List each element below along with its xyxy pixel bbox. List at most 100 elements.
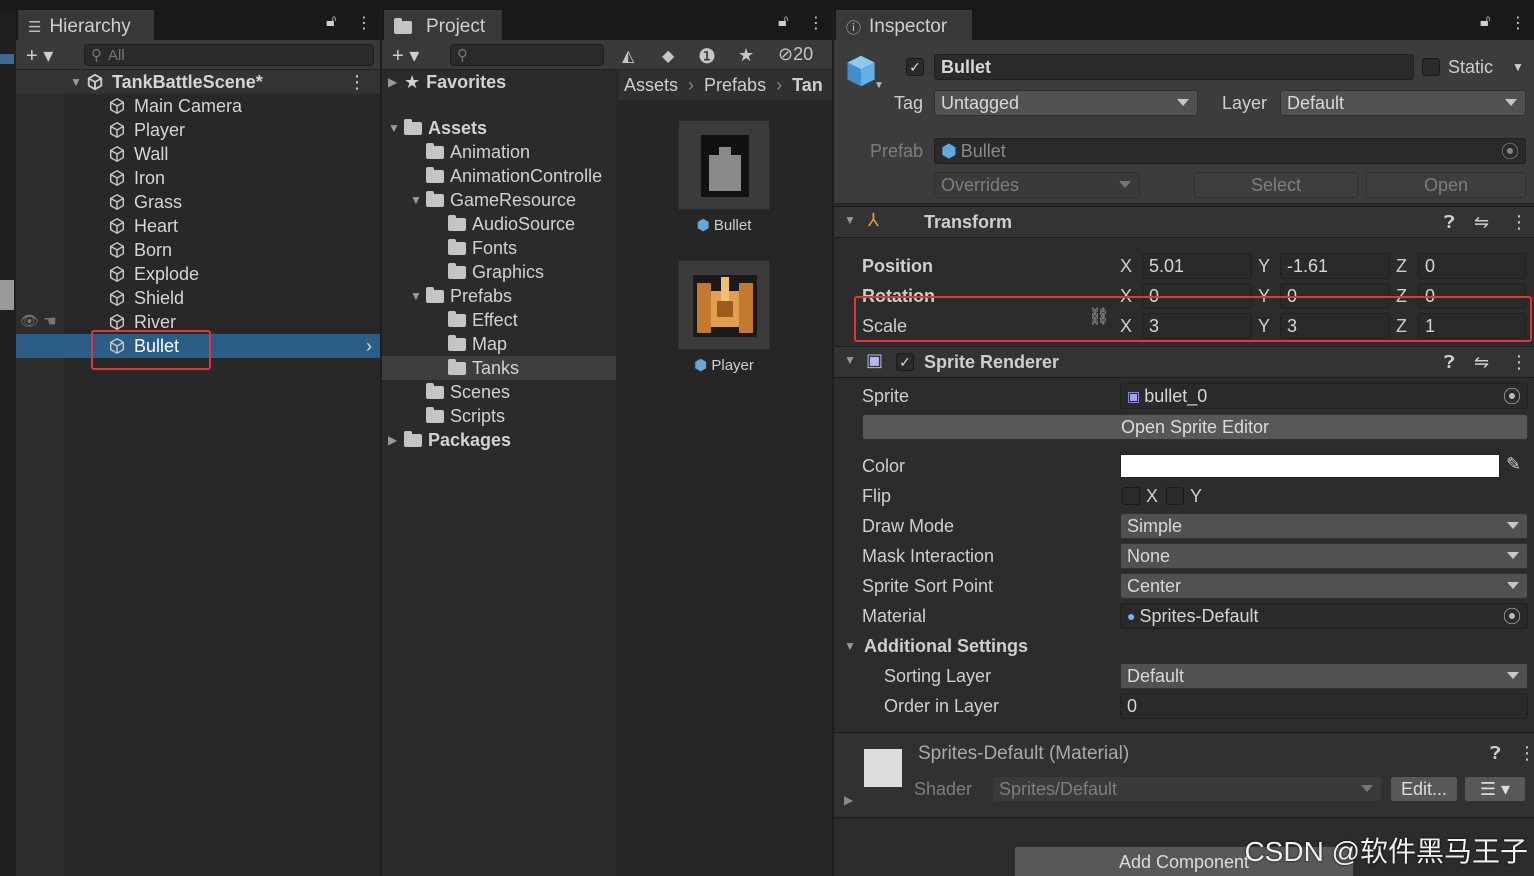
sprite-sort-point-dropdown[interactable]: Center bbox=[1120, 573, 1528, 599]
eyedropper-icon[interactable]: ✎ bbox=[1506, 454, 1521, 475]
flip-y-checkbox[interactable] bbox=[1166, 487, 1184, 505]
rotation-x-field[interactable]: 0 bbox=[1142, 283, 1252, 309]
scale-y-field[interactable]: 3 bbox=[1280, 313, 1390, 339]
active-checkbox[interactable]: ✓ bbox=[906, 58, 924, 76]
tag-dropdown[interactable]: Untagged bbox=[934, 90, 1198, 116]
mask-interaction-dropdown[interactable]: None bbox=[1120, 543, 1528, 569]
icon-dropdown-icon[interactable]: ▼ bbox=[874, 80, 884, 91]
object-picker-icon[interactable]: ⦿ bbox=[1501, 139, 1519, 163]
expand-arrow-icon[interactable]: ▼ bbox=[70, 75, 86, 89]
expand-arrow-icon[interactable]: ▼ bbox=[410, 193, 426, 207]
object-picker-icon[interactable]: ⦿ bbox=[1503, 604, 1521, 628]
folder-item[interactable]: Fonts bbox=[382, 236, 616, 260]
favorite-star-icon[interactable]: ★ bbox=[738, 45, 754, 66]
component-menu-icon[interactable]: ⋮ bbox=[1518, 743, 1534, 764]
scale-x-field[interactable]: 3 bbox=[1142, 313, 1252, 339]
sprite-field[interactable]: ▣ bullet_0 ⦿ bbox=[1120, 383, 1528, 409]
hierarchy-item[interactable]: Bullet › bbox=[16, 334, 380, 358]
create-button[interactable]: + ▾ bbox=[392, 43, 419, 68]
folder-item[interactable]: ▼ GameResource bbox=[382, 188, 616, 212]
more-menu-icon[interactable]: ⋮ bbox=[1510, 13, 1526, 33]
foldout-arrow-icon[interactable]: ▼ bbox=[844, 213, 856, 227]
breadcrumb-assets[interactable]: Assets bbox=[624, 75, 678, 96]
hierarchy-item[interactable]: Shield bbox=[16, 286, 380, 310]
open-sprite-editor-button[interactable]: Open Sprite Editor bbox=[862, 414, 1528, 440]
hierarchy-item[interactable]: Wall bbox=[16, 142, 380, 166]
component-menu-icon[interactable]: ⋮ bbox=[1510, 352, 1528, 373]
sorting-layer-dropdown[interactable]: Default bbox=[1120, 663, 1528, 689]
scene-menu-icon[interactable]: ⋮ bbox=[348, 72, 366, 93]
lock-icon[interactable]: 🔓︎ bbox=[778, 13, 788, 31]
breadcrumb-tanks[interactable]: Tan bbox=[792, 75, 823, 96]
visibility-eye-icon[interactable]: 👁︎ ☚ bbox=[20, 312, 57, 330]
hierarchy-item[interactable]: Grass bbox=[16, 190, 380, 214]
folder-item[interactable]: Graphics bbox=[382, 260, 616, 284]
scale-z-field[interactable]: 1 bbox=[1418, 313, 1526, 339]
chevron-right-icon[interactable]: › bbox=[366, 336, 372, 357]
static-checkbox[interactable] bbox=[1422, 58, 1440, 76]
static-dropdown-icon[interactable]: ▼ bbox=[1512, 60, 1524, 74]
hidden-packages-icon[interactable]: ⊘20 bbox=[778, 44, 813, 65]
rotation-z-axis-label[interactable]: Z bbox=[1396, 286, 1407, 307]
search-by-label-icon[interactable]: ◆ bbox=[662, 46, 674, 66]
scale-z-axis-label[interactable]: Z bbox=[1396, 316, 1407, 337]
transform-header[interactable]: ▼ ⅄ Transform ❓︎ ⇋ ⋮ bbox=[834, 206, 1534, 238]
scene-row[interactable]: ▼ TankBattleScene* ⋮ bbox=[16, 70, 380, 94]
scale-y-axis-label[interactable]: Y bbox=[1258, 316, 1270, 337]
packages-row[interactable]: ▶ Packages bbox=[388, 428, 511, 452]
position-x-field[interactable]: 5.01 bbox=[1142, 253, 1252, 279]
folder-item[interactable]: AnimationControlle bbox=[382, 164, 616, 188]
hierarchy-item[interactable]: Player bbox=[16, 118, 380, 142]
overrides-dropdown[interactable]: Overrides bbox=[934, 172, 1140, 198]
foldout-arrow-icon[interactable]: ▶ bbox=[844, 793, 853, 807]
shader-options-button[interactable]: ☰ ▾ bbox=[1464, 776, 1526, 802]
material-field[interactable]: ● Sprites-Default ⦿ bbox=[1120, 603, 1528, 629]
folder-item[interactable]: Animation bbox=[382, 140, 616, 164]
folder-item[interactable]: Effect bbox=[382, 308, 616, 332]
folder-item[interactable]: Scripts bbox=[382, 404, 616, 428]
presets-icon[interactable]: ⇋ bbox=[1474, 212, 1489, 233]
folder-item[interactable]: ▼ Prefabs bbox=[382, 284, 616, 308]
rotation-z-field[interactable]: 0 bbox=[1418, 283, 1526, 309]
order-in-layer-field[interactable]: 0 bbox=[1120, 693, 1528, 719]
tab-inspector[interactable]: ⓘ Inspector bbox=[836, 10, 972, 40]
color-swatch[interactable] bbox=[1120, 454, 1500, 478]
scale-x-axis-label[interactable]: X bbox=[1120, 316, 1132, 337]
expand-arrow-icon[interactable]: ▼ bbox=[388, 121, 404, 135]
breadcrumb-prefabs[interactable]: Prefabs bbox=[704, 75, 766, 96]
draw-mode-dropdown[interactable]: Simple bbox=[1120, 513, 1528, 539]
hierarchy-search-input[interactable]: ⚲ All bbox=[84, 44, 374, 66]
project-search-input[interactable]: ⚲ bbox=[450, 44, 604, 66]
prefab-asset-field[interactable]: ⬢ Bullet ⦿ bbox=[934, 138, 1526, 164]
create-button[interactable]: + ▾ bbox=[26, 43, 53, 68]
expand-arrow-icon[interactable]: ▶ bbox=[388, 75, 404, 89]
hierarchy-item[interactable]: Iron bbox=[16, 166, 380, 190]
additional-settings-label[interactable]: Additional Settings bbox=[864, 636, 1028, 657]
more-menu-icon[interactable]: ⋮ bbox=[356, 13, 372, 33]
help-icon[interactable]: ❓︎ bbox=[1490, 743, 1501, 764]
position-y-axis-label[interactable]: Y bbox=[1258, 256, 1270, 277]
asset-bullet[interactable]: ⬢ Bullet bbox=[678, 120, 770, 240]
position-z-field[interactable]: 0 bbox=[1418, 253, 1526, 279]
help-icon[interactable]: ❓︎ bbox=[1444, 212, 1455, 233]
component-menu-icon[interactable]: ⋮ bbox=[1510, 212, 1528, 233]
shader-dropdown[interactable]: Sprites/Default bbox=[992, 776, 1382, 802]
lock-icon[interactable]: 🔓︎ bbox=[326, 13, 336, 31]
assets-row[interactable]: ▼ Assets bbox=[388, 116, 487, 140]
hierarchy-item[interactable]: Born bbox=[16, 238, 380, 262]
hierarchy-item[interactable]: Main Camera bbox=[16, 94, 380, 118]
folder-item[interactable]: Tanks bbox=[382, 356, 616, 380]
foldout-arrow-icon[interactable]: ▼ bbox=[844, 353, 856, 367]
edit-shader-button[interactable]: Edit... bbox=[1390, 776, 1458, 802]
position-z-axis-label[interactable]: Z bbox=[1396, 256, 1407, 277]
flip-x-checkbox[interactable] bbox=[1122, 487, 1140, 505]
object-picker-icon[interactable]: ⦿ bbox=[1503, 384, 1521, 408]
lock-icon[interactable]: 🔓︎ bbox=[1480, 13, 1490, 31]
folder-item[interactable]: AudioSource bbox=[382, 212, 616, 236]
tab-project[interactable]: Project bbox=[384, 10, 502, 40]
hierarchy-item[interactable]: River bbox=[16, 310, 380, 334]
position-y-field[interactable]: -1.61 bbox=[1280, 253, 1390, 279]
rotation-y-axis-label[interactable]: Y bbox=[1258, 286, 1270, 307]
open-button[interactable]: Open bbox=[1366, 172, 1526, 198]
favorites-row[interactable]: ▶ ★ Favorites bbox=[388, 70, 506, 94]
